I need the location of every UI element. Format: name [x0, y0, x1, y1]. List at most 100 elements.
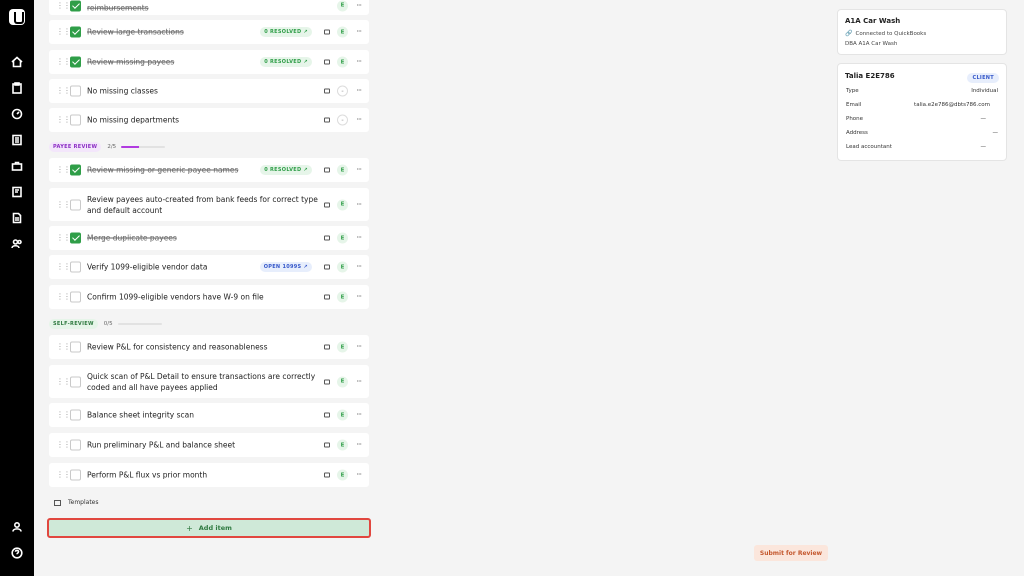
field-value[interactable]: talia.e2e786@dbts786.com: [914, 102, 990, 108]
comment-icon[interactable]: [324, 472, 330, 478]
more-options-icon[interactable]: ···: [356, 263, 362, 271]
more-options-icon[interactable]: ···: [356, 234, 362, 242]
section-header-payee-review[interactable]: PAYEE REVIEW 2/5: [49, 142, 166, 152]
assignee-avatar[interactable]: E: [337, 232, 348, 244]
more-options-icon[interactable]: ···: [356, 116, 362, 124]
clipboard-icon[interactable]: [9, 80, 25, 96]
ledger-icon[interactable]: [9, 132, 25, 148]
more-options-icon[interactable]: ···: [356, 28, 362, 36]
task-row[interactable]: ⋮⋮ Quick scan of P&L Detail to ensure tr…: [49, 365, 369, 398]
comment-icon[interactable]: [324, 59, 330, 65]
task-checkbox[interactable]: [70, 469, 81, 481]
assignee-avatar[interactable]: E: [337, 199, 348, 210]
assignee-avatar[interactable]: E: [337, 26, 348, 38]
drag-handle-icon[interactable]: ⋮⋮: [56, 343, 71, 351]
more-options-icon[interactable]: ···: [356, 166, 362, 174]
comment-icon[interactable]: [324, 235, 330, 241]
comment-icon[interactable]: [324, 117, 330, 123]
assignee-avatar[interactable]: E: [337, 376, 348, 387]
book-icon[interactable]: [9, 184, 25, 200]
comment-icon[interactable]: [324, 412, 330, 418]
task-row[interactable]: ⋮⋮ Review large transactions 0 RESOLVED …: [49, 20, 369, 44]
more-options-icon[interactable]: ···: [356, 343, 362, 351]
assignee-avatar[interactable]: -: [337, 114, 348, 126]
more-options-icon[interactable]: ···: [356, 471, 362, 479]
task-row[interactable]: ⋮⋮ Review missing payees 0 RESOLVED ↗ E …: [49, 50, 369, 74]
comment-icon[interactable]: [324, 442, 330, 448]
drag-handle-icon[interactable]: ⋮⋮: [56, 28, 71, 36]
more-options-icon[interactable]: ···: [356, 411, 362, 419]
app-logo[interactable]: [9, 9, 25, 25]
task-row[interactable]: ⋮⋮ Perform P&L flux vs prior month E ···: [49, 463, 369, 487]
section-header-self-review[interactable]: SELF-REVIEW 0/5: [49, 319, 162, 329]
gauge-icon[interactable]: [9, 106, 25, 122]
assignee-avatar[interactable]: E: [337, 164, 348, 176]
drag-handle-icon[interactable]: ⋮⋮: [56, 87, 71, 95]
task-checkbox[interactable]: [70, 439, 81, 451]
assignee-avatar[interactable]: E: [337, 469, 348, 481]
comment-icon[interactable]: [324, 294, 330, 300]
add-item-button[interactable]: + Add item: [47, 518, 371, 538]
templates-button[interactable]: Templates: [54, 499, 99, 506]
user-profile-icon[interactable]: [9, 519, 25, 535]
drag-handle-icon[interactable]: ⋮⋮: [56, 166, 71, 174]
drag-handle-icon[interactable]: ⋮⋮: [56, 234, 71, 242]
assignee-avatar[interactable]: E: [337, 56, 348, 68]
comment-icon[interactable]: [324, 29, 330, 35]
task-checkbox[interactable]: [70, 26, 81, 38]
comment-icon[interactable]: [324, 344, 330, 350]
drag-handle-icon[interactable]: ⋮⋮: [56, 58, 71, 66]
task-checkbox[interactable]: [70, 376, 81, 387]
assignee-avatar[interactable]: E: [337, 439, 348, 451]
connection-status[interactable]: 🔗 Connected to QuickBooks: [845, 30, 926, 37]
assignee-avatar[interactable]: E: [337, 291, 348, 303]
task-row[interactable]: ⋮⋮ No missing classes - ···: [49, 79, 369, 103]
task-checkbox[interactable]: [70, 85, 81, 97]
status-badge[interactable]: 0 RESOLVED ↗: [260, 27, 312, 37]
assignee-avatar[interactable]: E: [337, 0, 348, 11]
more-options-icon[interactable]: ···: [356, 441, 362, 449]
comment-icon[interactable]: [324, 167, 330, 173]
task-checkbox[interactable]: [70, 291, 81, 303]
users-icon[interactable]: [9, 236, 25, 252]
assignee-avatar[interactable]: E: [337, 409, 348, 421]
drag-handle-icon[interactable]: ⋮⋮: [56, 1, 71, 10]
comment-icon[interactable]: [324, 202, 330, 207]
more-options-icon[interactable]: ···: [356, 1, 362, 10]
task-row[interactable]: ⋮⋮ Balance sheet integrity scan E ···: [49, 403, 369, 427]
more-options-icon[interactable]: ···: [356, 87, 362, 95]
assignee-avatar[interactable]: E: [337, 261, 348, 273]
task-checkbox[interactable]: [70, 0, 81, 11]
task-checkbox[interactable]: [70, 164, 81, 176]
task-checkbox[interactable]: [70, 341, 81, 353]
drag-handle-icon[interactable]: ⋮⋮: [56, 471, 71, 479]
task-checkbox[interactable]: [70, 261, 81, 273]
task-checkbox[interactable]: [70, 199, 81, 210]
more-options-icon[interactable]: ···: [356, 293, 362, 301]
home-icon[interactable]: [9, 54, 25, 70]
task-row[interactable]: ⋮⋮ Review P&L for consistency and reason…: [49, 335, 369, 359]
assignee-avatar[interactable]: E: [337, 341, 348, 353]
task-row[interactable]: ⋮⋮ Merge duplicate payees E ···: [49, 226, 369, 250]
task-row[interactable]: ⋮⋮ Run preliminary P&L and balance sheet…: [49, 433, 369, 457]
drag-handle-icon[interactable]: ⋮⋮: [56, 377, 71, 386]
task-checkbox[interactable]: [70, 232, 81, 244]
drag-handle-icon[interactable]: ⋮⋮: [56, 293, 71, 301]
drag-handle-icon[interactable]: ⋮⋮: [56, 441, 71, 449]
task-row[interactable]: ⋮⋮ Review missing or generic payee names…: [49, 158, 369, 182]
task-row[interactable]: ⋮⋮ Verify 1099-eligible vendor data OPEN…: [49, 255, 369, 279]
status-badge[interactable]: 0 RESOLVED ↗: [260, 165, 312, 175]
comment-icon[interactable]: [324, 88, 330, 94]
task-row[interactable]: ⋮⋮ Review payees auto-created from bank …: [49, 188, 369, 221]
drag-handle-icon[interactable]: ⋮⋮: [56, 116, 71, 124]
submit-for-review-button[interactable]: Submit for Review: [754, 545, 828, 561]
more-options-icon[interactable]: ···: [356, 58, 362, 66]
task-checkbox[interactable]: [70, 56, 81, 68]
drag-handle-icon[interactable]: ⋮⋮: [56, 263, 71, 271]
task-checkbox[interactable]: [70, 114, 81, 126]
document-icon[interactable]: [9, 210, 25, 226]
task-row[interactable]: ⋮⋮ reimbursements E ···: [49, 0, 369, 15]
task-checkbox[interactable]: [70, 409, 81, 421]
task-row[interactable]: ⋮⋮ No missing departments - ···: [49, 108, 369, 132]
briefcase-icon[interactable]: [9, 158, 25, 174]
